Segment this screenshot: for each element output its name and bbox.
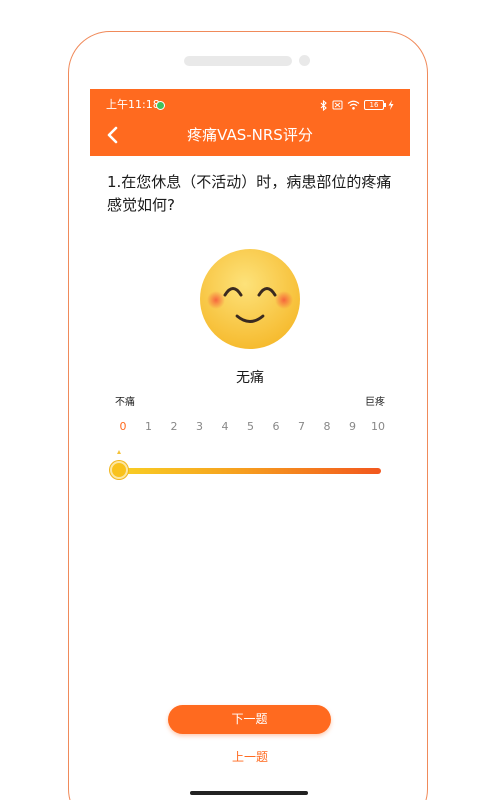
- scale-max-label: 巨疼: [365, 397, 385, 408]
- battery-icon: 16: [364, 100, 386, 110]
- next-question-button[interactable]: 下一题: [168, 705, 331, 734]
- question-text: 1.在您休息（不活动）时，病患部位的疼痛感觉如何?: [107, 173, 392, 214]
- scale-tick-6[interactable]: 6: [266, 419, 286, 435]
- pain-slider-track[interactable]: [119, 468, 381, 474]
- smiling-face-icon: [200, 249, 300, 349]
- page-title: 疼痛VAS-NRS评分: [187, 126, 313, 144]
- speaker-grille: [184, 56, 292, 66]
- status-time: 上午11:18: [106, 98, 160, 111]
- slider-marker: [117, 450, 121, 454]
- scale-min-label: 不痛: [115, 397, 135, 408]
- app-screen: 上午11:18 16 疼痛VAS-NRS评分 1.在您休息（不活动）时，病患部位…: [90, 89, 410, 800]
- scale-ticks: 0 1 2 3 4 5 6 7 8 9 10: [120, 419, 386, 435]
- scale-tick-0[interactable]: 0: [113, 419, 133, 435]
- scale-tick-1[interactable]: 1: [139, 419, 159, 435]
- scale-tick-5[interactable]: 5: [241, 419, 261, 435]
- status-icons: 16: [320, 99, 394, 111]
- status-bar: 上午11:18 16: [90, 89, 410, 119]
- home-indicator[interactable]: [190, 791, 308, 795]
- no-sim-icon: [332, 100, 343, 110]
- app-header: 上午11:18 16 疼痛VAS-NRS评分: [90, 89, 410, 156]
- pain-level-label: 无痛: [236, 370, 264, 386]
- back-button[interactable]: [98, 121, 126, 149]
- scale-tick-8[interactable]: 8: [317, 419, 337, 435]
- scale-tick-10[interactable]: 10: [368, 419, 388, 435]
- scale-tick-3[interactable]: 3: [190, 419, 210, 435]
- pain-slider-knob[interactable]: [110, 461, 128, 479]
- previous-question-button[interactable]: 上一题: [200, 748, 300, 766]
- scale-tick-7[interactable]: 7: [292, 419, 312, 435]
- wifi-icon: [347, 100, 360, 110]
- charging-icon: [388, 100, 394, 110]
- wechat-notification-icon: [156, 101, 165, 110]
- front-camera: [299, 55, 310, 66]
- scale-tick-2[interactable]: 2: [164, 419, 184, 435]
- bluetooth-icon: [320, 99, 327, 111]
- scale-tick-9[interactable]: 9: [343, 419, 363, 435]
- scale-tick-4[interactable]: 4: [215, 419, 235, 435]
- chevron-left-icon: [107, 126, 118, 144]
